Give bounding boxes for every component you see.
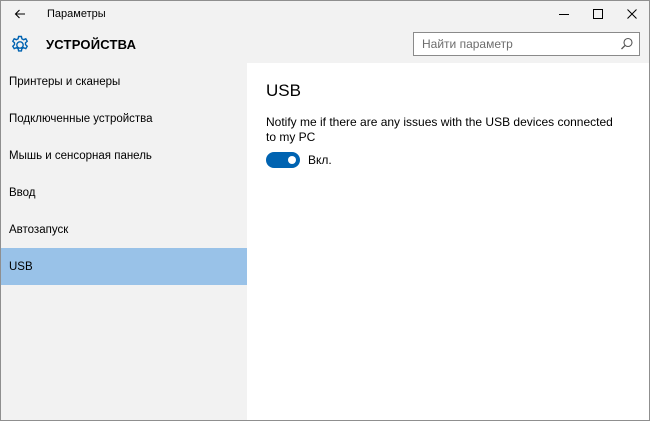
page-title: УСТРОЙСТВА: [46, 37, 137, 52]
window-controls: [547, 1, 649, 26]
usb-notify-toggle-row: Вкл.: [266, 152, 649, 168]
search-input[interactable]: [414, 33, 614, 55]
sidebar-item-label: Принтеры и сканеры: [9, 75, 121, 88]
sidebar-item-printers[interactable]: Принтеры и сканеры: [1, 63, 247, 100]
maximize-icon: [593, 8, 603, 19]
back-button[interactable]: [1, 1, 39, 26]
gear-icon: [11, 35, 29, 52]
search-button[interactable]: [620, 37, 634, 51]
settings-window: Параметры УСТРОЙСТВА Найти параметр Прин…: [0, 0, 650, 421]
close-icon: [627, 8, 637, 19]
title-bar: Параметры: [1, 1, 649, 26]
sidebar-item-label: Автозапуск: [9, 223, 69, 236]
usb-notify-toggle[interactable]: [266, 152, 300, 168]
minimize-button[interactable]: [547, 1, 581, 26]
main-content: USB Notify me if there are any issues wi…: [247, 63, 649, 420]
usb-notify-description: Notify me if there are any issues with t…: [266, 115, 613, 144]
close-button[interactable]: [615, 1, 649, 26]
sidebar-item-connected-devices[interactable]: Подключенные устройства: [1, 100, 247, 137]
header-icon: [9, 34, 31, 56]
minimize-icon: [559, 13, 569, 15]
sidebar: Принтеры и сканеры Подключенные устройст…: [1, 63, 247, 420]
arrow-left-icon: [14, 9, 25, 18]
window-title: Параметры: [47, 7, 106, 20]
toggle-state-label: Вкл.: [308, 153, 332, 167]
sidebar-item-typing[interactable]: Ввод: [1, 174, 247, 211]
maximize-button[interactable]: [581, 1, 615, 26]
sidebar-item-autoplay[interactable]: Автозапуск: [1, 211, 247, 248]
sidebar-item-label: Подключенные устройства: [9, 112, 153, 125]
sidebar-item-usb[interactable]: USB: [1, 248, 247, 285]
toggle-knob: [288, 156, 296, 164]
sidebar-item-label: Мышь и сенсорная панель: [9, 149, 152, 162]
sidebar-item-label: Ввод: [9, 186, 36, 199]
search-icon: [621, 37, 633, 50]
sidebar-item-label: USB: [9, 260, 33, 273]
section-title: USB: [266, 81, 301, 100]
sidebar-item-mouse-touchpad[interactable]: Мышь и сенсорная панель: [1, 137, 247, 174]
page-header: УСТРОЙСТВА: [1, 26, 649, 63]
search-box[interactable]: [413, 32, 640, 56]
